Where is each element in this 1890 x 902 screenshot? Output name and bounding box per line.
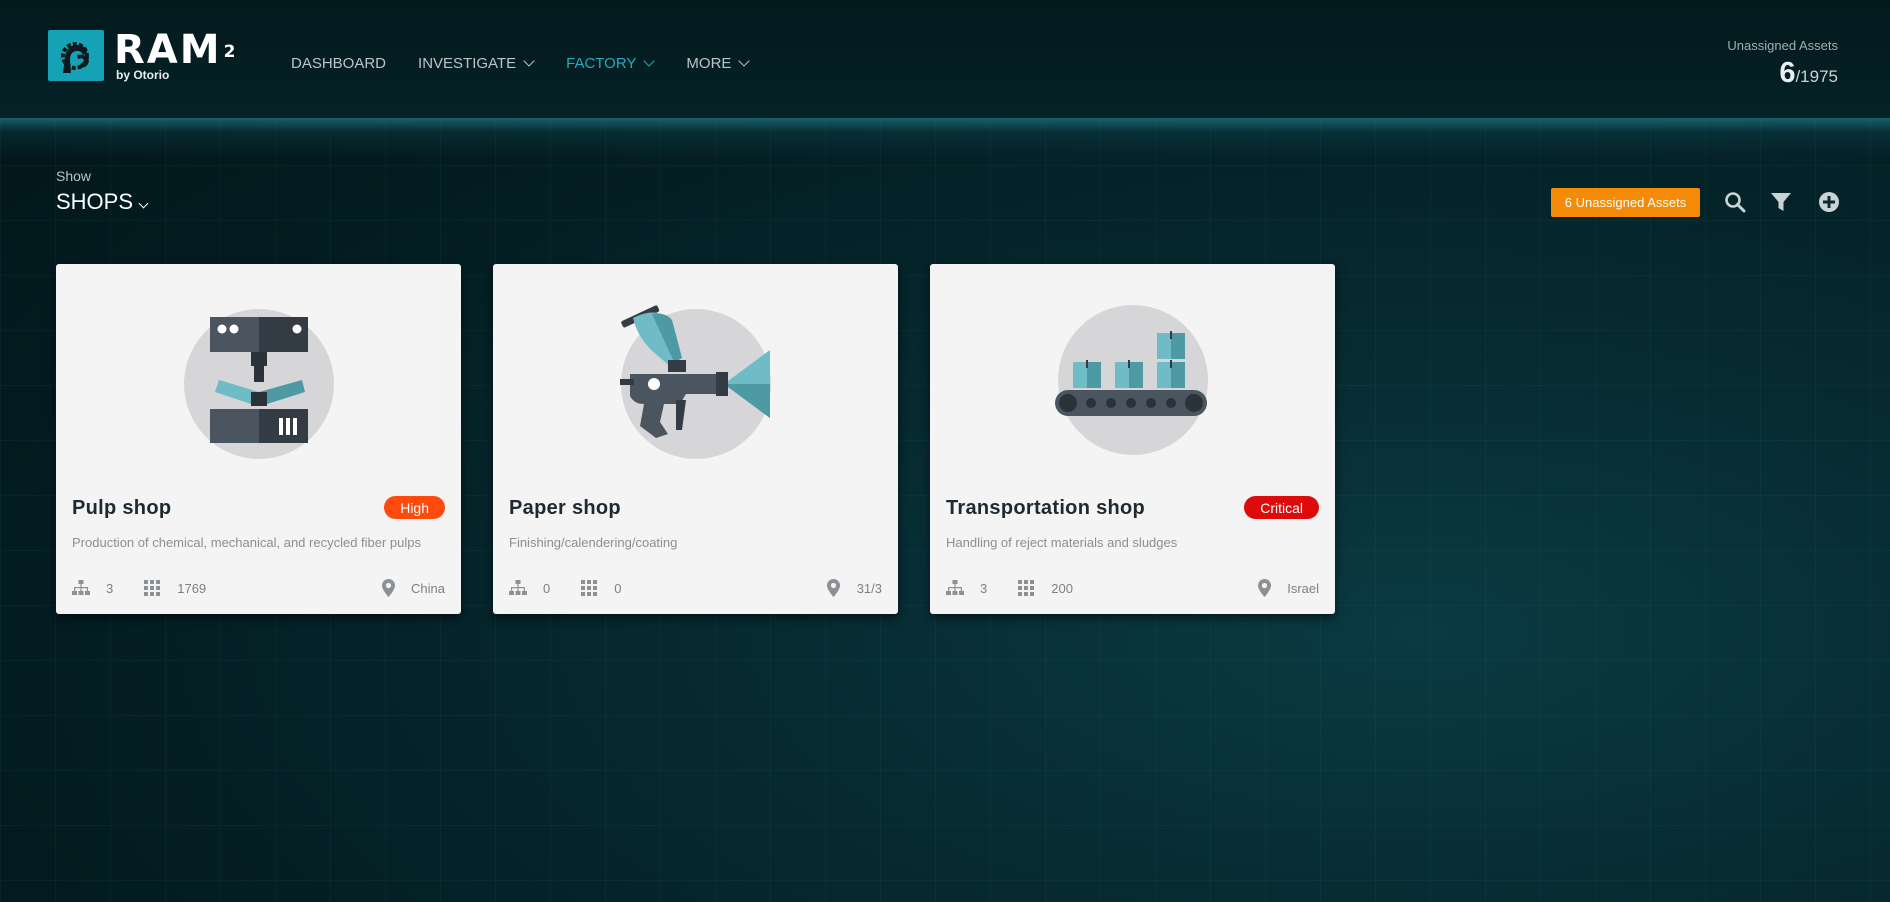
chevron-down-icon: [644, 59, 654, 69]
location-pin-icon: [379, 579, 397, 597]
nav-dashboard-label: DASHBOARD: [291, 55, 387, 72]
nav-factory-label: FACTORY: [566, 55, 637, 72]
hierarchy-count: 0: [543, 580, 551, 596]
unassigned-assets-button[interactable]: 6 Unassigned Assets: [1551, 188, 1700, 217]
ram-logo-icon: [48, 30, 104, 81]
spray-gun-icon: [493, 264, 898, 496]
assets-grid-icon: [143, 579, 161, 597]
shop-card-pulp[interactable]: Pulp shop High Production of chemical, m…: [56, 264, 461, 614]
shop-location: 31/3: [856, 580, 882, 596]
location-pin-icon: [1255, 579, 1273, 597]
shop-location: China: [411, 580, 445, 596]
unassigned-count: 6: [1779, 57, 1796, 89]
assets-total: /1975: [1795, 67, 1838, 86]
logo-wordmark: RAM 2: [114, 27, 238, 73]
show-selector: Show SHOPS: [56, 168, 148, 215]
nav-dashboard[interactable]: DASHBOARD: [291, 55, 386, 72]
shop-title: Pulp shop: [72, 497, 172, 519]
show-dropdown[interactable]: SHOPS: [56, 189, 148, 215]
hierarchy-icon: [509, 579, 527, 597]
risk-badge: High: [384, 496, 445, 519]
shop-description: Finishing/calendering/coating: [509, 535, 678, 550]
app-logo[interactable]: RAM 2 by Otorio: [48, 27, 238, 82]
shop-meta: 3 200 Israel: [946, 578, 1319, 598]
unassigned-assets-label: Unassigned Assets: [1727, 38, 1838, 53]
assets-count: 200: [1051, 580, 1073, 596]
unassigned-assets-counter[interactable]: Unassigned Assets 6/1975: [1727, 38, 1838, 90]
nav-more[interactable]: MORE: [686, 55, 749, 72]
shop-title: Paper shop: [509, 497, 621, 519]
nav-factory[interactable]: FACTORY: [566, 55, 654, 72]
nav-investigate-label: INVESTIGATE: [418, 55, 517, 72]
shop-card-transportation[interactable]: Transportation shop Critical Handling of…: [930, 264, 1335, 614]
shop-meta: 0 0 31/3: [509, 578, 882, 598]
header-glow: [0, 118, 1890, 158]
risk-badge: Critical: [1244, 496, 1319, 519]
top-bar: RAM 2 by Otorio DASHBOARD INVESTIGATE FAC…: [0, 0, 1890, 120]
hierarchy-count: 3: [106, 580, 114, 596]
press-machine-icon: [56, 264, 461, 496]
nav-investigate[interactable]: INVESTIGATE: [418, 55, 534, 72]
shop-card-paper[interactable]: Paper shop Finishing/calendering/coating…: [493, 264, 898, 614]
hierarchy-icon: [946, 579, 964, 597]
nav-more-label: MORE: [686, 55, 732, 72]
filter-icon[interactable]: [1768, 189, 1794, 215]
assets-count: 1769: [177, 580, 207, 596]
assets-grid-icon: [1017, 579, 1035, 597]
show-dropdown-value: SHOPS: [56, 189, 134, 214]
shop-description: Handling of reject materials and sludges: [946, 535, 1178, 550]
hierarchy-icon: [72, 579, 90, 597]
shop-description: Production of chemical, mechanical, and …: [72, 535, 422, 550]
chevron-down-icon: [524, 59, 534, 69]
add-icon[interactable]: [1816, 189, 1842, 215]
assets-count: 0: [614, 580, 622, 596]
hierarchy-count: 3: [980, 580, 988, 596]
chevron-down-icon: [140, 200, 148, 208]
shop-meta: 3 1769 China: [72, 578, 445, 598]
chevron-down-icon: [739, 59, 749, 69]
shop-location: Israel: [1287, 580, 1319, 596]
main-nav: DASHBOARD INVESTIGATE FACTORY MORE: [291, 55, 781, 72]
conveyor-icon: [930, 264, 1335, 496]
search-icon[interactable]: [1722, 189, 1748, 215]
shop-title: Transportation shop: [946, 497, 1146, 519]
assets-grid-icon: [580, 579, 598, 597]
shops-grid: Pulp shop High Production of chemical, m…: [56, 264, 1335, 614]
location-pin-icon: [825, 579, 843, 597]
show-label: Show: [56, 168, 92, 184]
